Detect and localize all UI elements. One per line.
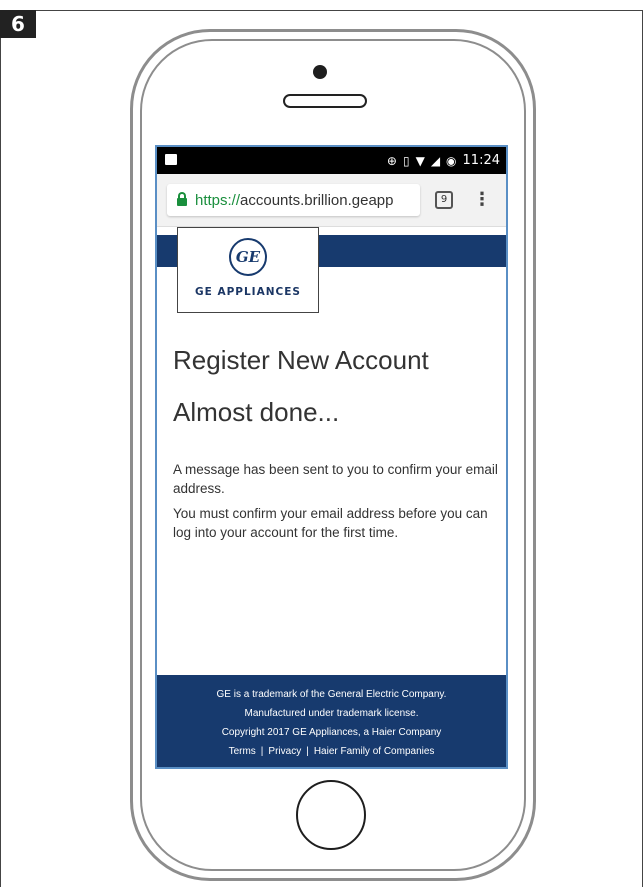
- camera-icon: [313, 65, 327, 79]
- url-host: accounts.brillion.geapp: [240, 191, 394, 209]
- footer-separator: |: [306, 746, 309, 757]
- image-notification-icon: [165, 154, 177, 165]
- ge-appliances-logo[interactable]: GE GE APPLIANCES: [177, 227, 319, 313]
- status-time: 11:24: [462, 153, 500, 168]
- footer-separator: |: [260, 746, 264, 757]
- battery-icon: ◉: [446, 153, 457, 168]
- confirmation-instruction: You must confirm your email address befo…: [173, 506, 488, 540]
- url-scheme: https://: [195, 191, 241, 209]
- url-field[interactable]: https://accounts.brillion.geapp: [167, 184, 420, 216]
- logo-brand-text: GE APPLIANCES: [195, 286, 301, 298]
- browser-toolbar: https://accounts.brillion.geapp 9 ⋮: [157, 174, 506, 227]
- phone-screen: ⊕ ▯ ▼ ◢ ◉ 11:24 https://accounts.brillio…: [155, 145, 508, 769]
- speaker-grille: [283, 94, 367, 108]
- wifi-icon: ▼: [415, 153, 425, 168]
- overflow-menu-icon[interactable]: ⋮: [473, 190, 491, 210]
- ge-monogram-icon: GE: [229, 238, 267, 276]
- footer-link-haier[interactable]: Haier Family of Companies: [314, 746, 435, 757]
- footer-link-privacy[interactable]: Privacy: [268, 746, 301, 757]
- page-title: Register New Account: [173, 345, 429, 375]
- status-bar: ⊕ ▯ ▼ ◢ ◉ 11:24: [157, 147, 506, 174]
- site-footer: GE is a trademark of the General Electri…: [157, 675, 506, 767]
- page-subtitle: Almost done...: [173, 397, 340, 427]
- vibrate-icon: ▯: [402, 153, 410, 168]
- confirmation-message: A message has been sent to you to confir…: [173, 462, 498, 496]
- tab-switcher-button[interactable]: 9: [435, 191, 453, 209]
- footer-copyright: Copyright 2017 GE Appliances, a Haier Co…: [221, 727, 442, 738]
- url-text[interactable]: https://accounts.brillion.geapp: [195, 192, 415, 209]
- footer-license: Manufactured under trademark license.: [244, 708, 419, 719]
- signal-icon: ◢: [430, 153, 441, 168]
- footer-link-terms[interactable]: Terms: [229, 746, 256, 757]
- footer-links: Terms | Privacy | Haier Family of Companies: [157, 746, 506, 757]
- lock-icon: [177, 192, 187, 206]
- footer-trademark: GE is a trademark of the General Electri…: [216, 689, 447, 700]
- step-badge: 6: [0, 10, 36, 38]
- home-button[interactable]: [296, 780, 366, 850]
- data-saver-icon: ⊕: [386, 153, 397, 168]
